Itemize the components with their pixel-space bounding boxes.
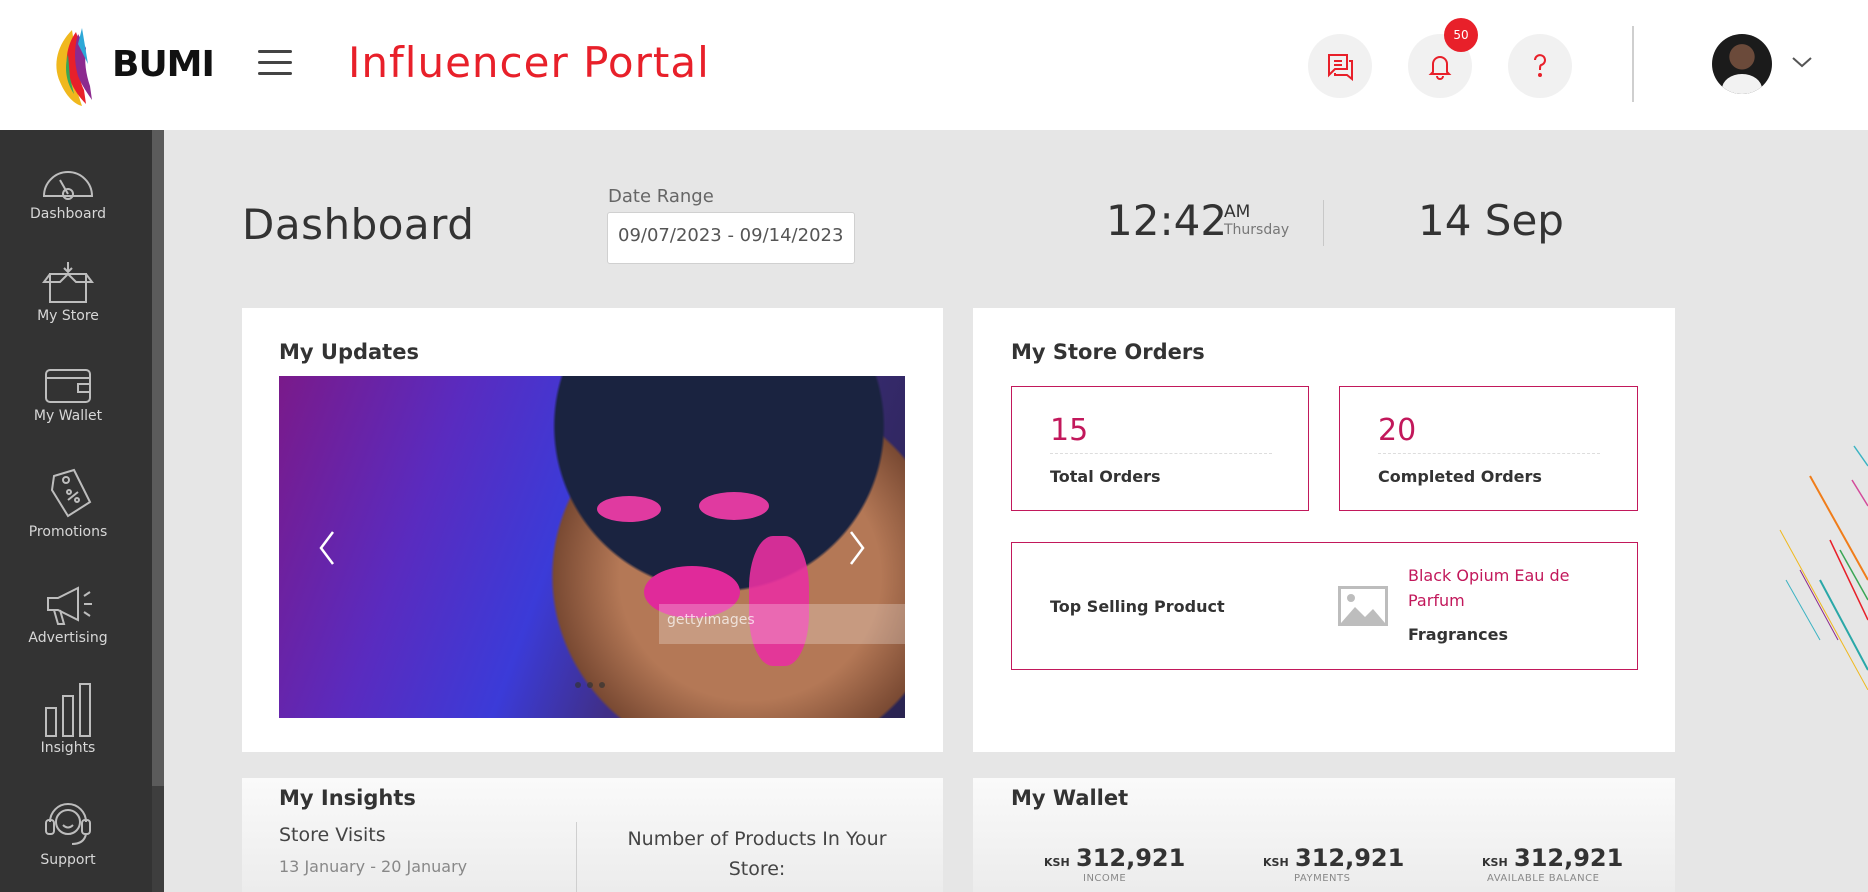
updates-carousel[interactable]: gettyimages <box>279 376 905 718</box>
clock-weekday: Thursday <box>1224 222 1290 238</box>
carousel-image-eye <box>699 492 769 520</box>
available-balance-amount: 312,921 <box>1514 844 1624 872</box>
carousel-image-hand <box>749 536 809 666</box>
wallet-currency: KSH <box>1263 856 1289 869</box>
top-header: BUMI Influencer Portal 50 <box>0 0 1868 130</box>
header-divider <box>1632 26 1634 102</box>
sidebar-item-support[interactable]: Support <box>0 794 136 868</box>
payments-amount: 312,921 <box>1295 844 1405 872</box>
available-balance-label: AVAILABLE BALANCE <box>1487 873 1600 884</box>
bell-icon <box>1428 56 1452 80</box>
headset-icon <box>45 803 91 845</box>
wallet-currency: KSH <box>1044 856 1070 869</box>
completed-orders-value: 20 <box>1378 413 1417 448</box>
top-selling-label: Top Selling Product <box>1050 597 1225 616</box>
total-orders-box[interactable]: 15 Total Orders <box>1011 386 1309 511</box>
question-icon <box>1534 54 1546 77</box>
total-orders-label: Total Orders <box>1050 467 1161 486</box>
insights-divider <box>576 822 577 892</box>
sidebar-item-promotions[interactable]: Promotions <box>0 462 136 540</box>
tag-icon <box>50 468 92 518</box>
carousel-image-eye <box>597 496 661 522</box>
clock-time: 12:42 <box>1106 196 1228 245</box>
bar-chart-icon <box>45 683 91 737</box>
chevron-down-icon[interactable] <box>1790 54 1814 70</box>
my-store-orders-title: My Store Orders <box>1011 340 1205 364</box>
avatar[interactable] <box>1712 34 1772 94</box>
notification-badge: 50 <box>1444 18 1478 52</box>
completed-orders-label: Completed Orders <box>1378 467 1542 486</box>
sidebar-item-label: Support <box>40 852 96 868</box>
divider <box>1050 453 1272 454</box>
image-watermark: gettyimages <box>659 604 905 644</box>
my-store-orders-card <box>973 308 1675 752</box>
carousel-dot[interactable] <box>587 682 593 688</box>
wallet-currency: KSH <box>1482 856 1508 869</box>
date-range-input[interactable]: 09/07/2023 - 09/14/2023 <box>607 212 855 264</box>
sidebar-item-dashboard[interactable]: Dashboard <box>0 164 136 222</box>
divider <box>1378 453 1600 454</box>
sidebar-item-label: Advertising <box>28 630 108 646</box>
top-product-name[interactable]: Black Opium Eau de Parfum <box>1408 563 1608 613</box>
carousel-indicators <box>575 682 605 688</box>
chevron-left-icon[interactable] <box>315 528 339 568</box>
my-updates-title: My Updates <box>279 340 419 364</box>
megaphone-icon <box>47 586 92 625</box>
gauge-icon <box>42 171 94 200</box>
sidebar-item-label: My Wallet <box>33 408 103 424</box>
sidebar-item-label: Dashboard <box>30 206 106 222</box>
clock-date: 14 Sep <box>1418 196 1564 245</box>
carousel-dot[interactable] <box>575 682 581 688</box>
date-range-label: Date Range <box>608 186 714 207</box>
carousel-dot[interactable] <box>599 682 605 688</box>
total-orders-value: 15 <box>1050 413 1089 448</box>
decorative-streaks <box>1779 445 1868 690</box>
clock-divider <box>1323 200 1324 246</box>
payments-label: PAYMENTS <box>1294 873 1351 884</box>
top-product-category: Fragrances <box>1408 625 1508 644</box>
chevron-right-icon[interactable] <box>845 528 869 568</box>
messages-button[interactable] <box>1308 34 1372 98</box>
sidebar-item-my-store[interactable]: My Store <box>0 260 136 324</box>
page-title: Dashboard <box>242 200 475 249</box>
my-wallet-title: My Wallet <box>1011 786 1129 810</box>
income-label: INCOME <box>1083 873 1127 884</box>
logo-text: BUMI <box>112 44 215 85</box>
menu-toggle-button[interactable] <box>258 50 292 78</box>
completed-orders-box[interactable]: 20 Completed Orders <box>1339 386 1638 511</box>
sidebar-item-insights[interactable]: Insights <box>0 682 136 756</box>
sidebar-item-advertising[interactable]: Advertising <box>0 582 136 646</box>
wallet-icon <box>45 369 91 403</box>
help-button[interactable] <box>1508 34 1572 98</box>
sidebar-item-label: My Store <box>37 308 99 324</box>
box-icon <box>42 262 94 303</box>
sidebar-scroll-track <box>152 786 164 892</box>
portal-title: Influencer Portal <box>348 38 710 87</box>
store-visits-label: Store Visits <box>279 824 386 846</box>
my-insights-title: My Insights <box>279 786 416 810</box>
sidebar-item-label: Promotions <box>28 524 108 540</box>
sidebar-item-my-wallet[interactable]: My Wallet <box>0 360 136 424</box>
top-selling-product-box[interactable]: Top Selling Product Black Opium Eau de P… <box>1011 542 1638 670</box>
sidebar-scrollbar[interactable] <box>152 130 164 786</box>
products-count-label: Number of Products In Your Store: <box>627 828 887 880</box>
income-amount: 312,921 <box>1076 844 1186 872</box>
sidebar-item-label: Insights <box>40 740 96 756</box>
store-visits-range: 13 January - 20 January <box>279 857 468 876</box>
chat-icon <box>1328 54 1353 81</box>
clock-ampm: AM <box>1224 202 1251 222</box>
image-placeholder-icon <box>1338 586 1388 626</box>
